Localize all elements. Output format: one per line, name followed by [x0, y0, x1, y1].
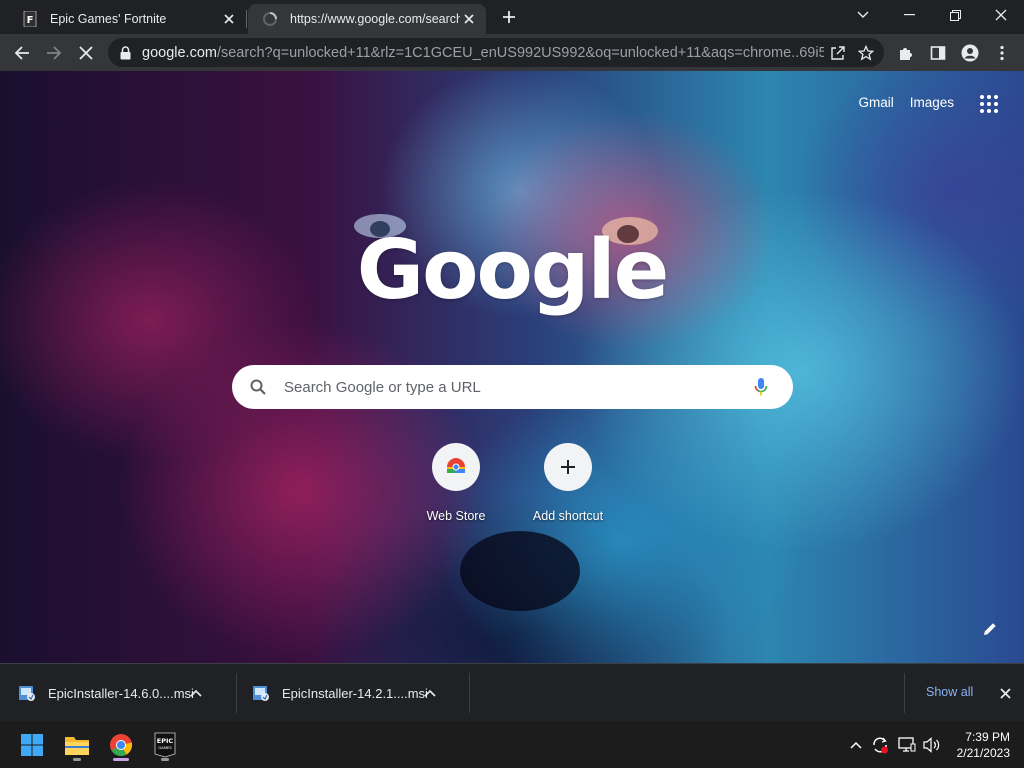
images-link[interactable]: Images [910, 95, 954, 110]
windows-taskbar: EPIC GAMES 7:39 PM 2/21/2023 [0, 721, 1024, 768]
add-shortcut-button[interactable]: Add shortcut [520, 443, 616, 523]
profile-avatar-icon[interactable] [956, 39, 984, 67]
shortcut-web-store[interactable]: Web Store [408, 443, 504, 523]
shortcut-label: Add shortcut [532, 509, 604, 523]
epic-f-icon: F [22, 11, 38, 27]
show-hidden-icons-chevron-icon[interactable] [845, 734, 867, 756]
msi-installer-icon [253, 686, 269, 701]
download-divider [904, 673, 905, 713]
windows-start-icon[interactable] [12, 727, 52, 763]
google-logo: Google [356, 223, 669, 318]
plus-icon [544, 443, 592, 491]
voice-search-mic-icon[interactable] [749, 377, 773, 397]
tab-strip: F Epic Games' Fortnite https://www.googl… [0, 0, 1024, 34]
running-indicator [161, 758, 169, 761]
download-item[interactable]: EpicInstaller-14.6.0....msi [0, 664, 208, 722]
minimize-button[interactable] [886, 0, 932, 30]
epic-logo-subtext: GAMES [158, 745, 172, 750]
tab-google-search[interactable]: https://www.google.com/search?q=unlocked… [248, 4, 486, 34]
google-apps-grid-icon[interactable] [980, 95, 998, 113]
url-path: /search?q=unlocked+11&rlz=1C1GCEU_enUS99… [216, 44, 824, 61]
tab-title: Epic Games' Fortnite [50, 12, 167, 26]
clock-date: 2/21/2023 [956, 746, 1010, 760]
file-explorer-icon[interactable] [57, 727, 97, 763]
running-indicator [73, 758, 81, 761]
epic-logo-text: EPIC [157, 737, 174, 745]
download-filename: EpicInstaller-14.2.1....msi [282, 685, 428, 701]
tab-title: https://www.google.com/search?q=unlocked… [290, 12, 460, 26]
chrome-web-store-icon [432, 443, 480, 491]
network-icon[interactable] [896, 734, 918, 756]
back-button[interactable] [8, 39, 36, 67]
search-input[interactable]: Search Google or type a URL [284, 379, 749, 396]
chrome-icon[interactable] [101, 727, 141, 763]
url-text: google.com/search?q=unlocked+11&rlz=1C1G… [142, 45, 824, 61]
tab-divider [246, 10, 247, 28]
sync-alert-icon[interactable] [869, 734, 891, 756]
close-window-button[interactable] [978, 0, 1024, 30]
address-bar[interactable]: google.com/search?q=unlocked+11&rlz=1C1G… [108, 38, 884, 67]
active-app-indicator [113, 758, 129, 761]
show-all-downloads-link[interactable]: Show all [926, 685, 973, 699]
download-shelf: EpicInstaller-14.6.0....msi EpicInstalle… [0, 663, 1024, 721]
epic-games-launcher-icon[interactable]: EPIC GAMES [145, 727, 185, 763]
browser-toolbar: google.com/search?q=unlocked+11&rlz=1C1G… [0, 34, 1024, 71]
volume-speaker-icon[interactable] [921, 734, 943, 756]
download-item[interactable]: EpicInstaller-14.2.1....msi [234, 664, 442, 722]
extensions-puzzle-icon[interactable] [892, 39, 920, 67]
download-divider [469, 673, 470, 713]
stop-loading-button[interactable] [72, 39, 100, 67]
close-download-shelf-icon[interactable] [996, 684, 1014, 702]
chevron-up-icon[interactable] [190, 689, 208, 697]
download-filename: EpicInstaller-14.6.0....msi [48, 685, 194, 701]
chevron-up-icon[interactable] [424, 689, 442, 697]
close-tab-icon[interactable] [460, 10, 478, 28]
customize-pencil-icon[interactable] [982, 621, 1002, 641]
side-panel-icon[interactable] [924, 39, 952, 67]
system-clock[interactable]: 7:39 PM 2/21/2023 [957, 729, 1010, 761]
gmail-link[interactable]: Gmail [858, 95, 893, 110]
tab-epic-games[interactable]: F Epic Games' Fortnite [8, 4, 246, 34]
url-host: google.com [142, 44, 217, 61]
close-tab-icon[interactable] [220, 10, 238, 28]
restore-button[interactable] [932, 0, 978, 30]
new-tab-button[interactable] [498, 6, 520, 28]
msi-installer-icon [19, 686, 35, 701]
top-links: Gmail Images [858, 95, 954, 110]
svg-text:F: F [27, 15, 34, 26]
clock-time: 7:39 PM [965, 730, 1010, 744]
lock-icon[interactable] [120, 45, 134, 60]
bookmark-star-icon[interactable] [852, 44, 880, 61]
forward-button[interactable] [40, 39, 68, 67]
loading-spinner-icon [262, 11, 278, 27]
tab-search-button[interactable] [840, 0, 886, 30]
search-box[interactable]: Search Google or type a URL [232, 365, 793, 409]
new-tab-page: Gmail Images Google Search Google or typ… [0, 71, 1024, 663]
share-icon[interactable] [824, 45, 852, 61]
search-icon [250, 379, 270, 395]
chrome-menu-icon[interactable] [988, 39, 1016, 67]
shortcut-label: Web Store [426, 509, 486, 523]
